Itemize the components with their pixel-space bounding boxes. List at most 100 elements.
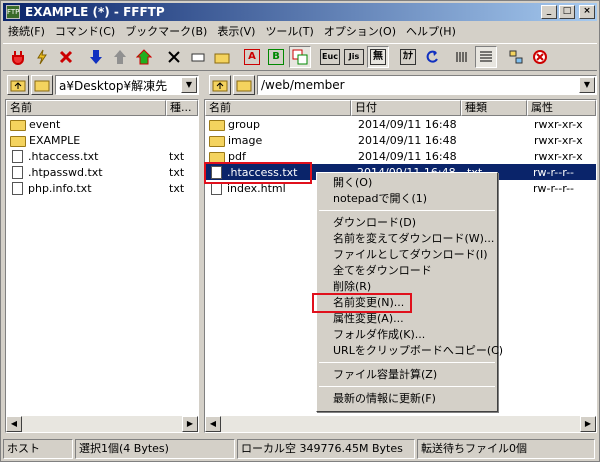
menu-tools[interactable]: ツール(T) xyxy=(260,23,318,41)
ctx-open-notepad[interactable]: notepadで開く(1) xyxy=(317,191,497,207)
scroll-right-icon[interactable]: ▶ xyxy=(182,416,198,432)
menu-help[interactable]: ヘルプ(H) xyxy=(401,23,461,41)
ctx-calc-size[interactable]: ファイル容量計算(Z) xyxy=(317,367,497,383)
local-horizontal-scrollbar[interactable]: ◀ ▶ xyxy=(6,416,198,432)
app-icon: FTP xyxy=(6,5,20,19)
file-icon xyxy=(12,165,23,179)
ffftp-window: FTP EXAMPLE (*) - FFFTP _ □ × 接続(F) コマンド… xyxy=(0,0,600,462)
list-item[interactable]: php.info.txt txt xyxy=(6,180,198,196)
file-icon xyxy=(211,165,222,179)
chevron-down-icon[interactable]: ▼ xyxy=(181,77,197,93)
remote-path-row: /web/member ▼ xyxy=(209,73,597,97)
list-item[interactable]: group 2014/09/11 16:48 rwxr-xr-x xyxy=(205,116,596,132)
refresh-icon[interactable] xyxy=(421,46,443,68)
context-menu: 開く(O) notepadで開く(1) ダウンロード(D) 名前を変えてダウンロ… xyxy=(316,172,503,412)
maximize-button[interactable]: □ xyxy=(559,5,575,19)
file-icon xyxy=(12,181,23,195)
list-item[interactable]: pdf 2014/09/11 16:48 rwxr-xr-x xyxy=(205,148,596,164)
local-path-text: a¥Desktop¥解凍先 xyxy=(59,78,168,93)
status-selection: 選択1個(4 Bytes) xyxy=(75,439,235,459)
list-view-icon[interactable] xyxy=(451,46,473,68)
ctx-refresh[interactable]: 最新の情報に更新(F) xyxy=(317,391,497,407)
download-icon[interactable] xyxy=(85,46,107,68)
menu-separator xyxy=(319,386,495,387)
title-bar[interactable]: FTP EXAMPLE (*) - FFFTP _ □ × xyxy=(3,3,597,21)
menu-options[interactable]: オプション(O) xyxy=(319,23,401,41)
local-path-combo[interactable]: a¥Desktop¥解凍先 ▼ xyxy=(55,75,199,95)
ctx-download-all[interactable]: 全てをダウンロード xyxy=(317,263,497,279)
remote-col-type[interactable]: 種類 xyxy=(461,100,527,116)
toolbar: A B Euc Jis 無 ｶﾅ xyxy=(3,43,597,71)
status-host: ホスト xyxy=(3,439,73,459)
ctx-copy-url[interactable]: URLをクリップボードへコピー(C) xyxy=(317,343,503,359)
status-bar: ホスト 選択1個(4 Bytes) ローカル空 349776.45M Bytes… xyxy=(3,439,597,459)
file-icon xyxy=(12,149,23,163)
remote-path-text: /web/member xyxy=(261,78,345,92)
euc-kanji-icon[interactable]: Euc xyxy=(319,46,341,68)
file-icon xyxy=(211,181,222,195)
ctx-open[interactable]: 開く(O) xyxy=(317,175,497,191)
new-folder-icon[interactable] xyxy=(211,46,233,68)
list-item[interactable]: .htpasswd.txt txt xyxy=(6,164,198,180)
ctx-delete[interactable]: 削除(R) xyxy=(317,279,497,295)
disconnect-icon[interactable] xyxy=(55,46,77,68)
mirror-upload-icon[interactable] xyxy=(133,46,155,68)
menu-separator xyxy=(319,362,495,363)
no-conversion-icon[interactable]: 無 xyxy=(367,46,389,68)
remote-list-header: 名前 日付 種類 属性 xyxy=(205,100,596,116)
ctx-download-as-file[interactable]: ファイルとしてダウンロード(I) xyxy=(317,247,497,263)
ctx-download[interactable]: ダウンロード(D) xyxy=(317,215,497,231)
remote-col-date[interactable]: 日付 xyxy=(351,100,461,116)
remote-up-folder-icon[interactable] xyxy=(209,75,231,95)
local-open-folder-icon[interactable] xyxy=(31,75,53,95)
menu-separator xyxy=(319,210,495,211)
local-col-name[interactable]: 名前 xyxy=(6,100,166,116)
status-local-free: ローカル空 349776.45M Bytes xyxy=(237,439,415,459)
minimize-button[interactable]: _ xyxy=(541,5,557,19)
ctx-rename[interactable]: 名前変更(N)... xyxy=(317,295,497,311)
remote-open-folder-icon[interactable] xyxy=(233,75,255,95)
jis-kanji-icon[interactable]: Jis xyxy=(343,46,365,68)
connect-icon[interactable] xyxy=(7,46,29,68)
local-path-row: a¥Desktop¥解凍先 ▼ xyxy=(7,73,199,97)
chevron-down-icon[interactable]: ▼ xyxy=(579,77,595,93)
ascii-mode-icon[interactable]: A xyxy=(241,46,263,68)
upload-icon[interactable] xyxy=(109,46,131,68)
remote-horizontal-scrollbar[interactable]: ◀ ▶ xyxy=(205,416,596,432)
close-button[interactable]: × xyxy=(579,5,595,19)
status-queue: 転送待ちファイル0個 xyxy=(417,439,595,459)
folder-icon xyxy=(10,135,26,147)
binary-mode-icon[interactable]: B xyxy=(265,46,287,68)
ctx-download-rename[interactable]: 名前を変えてダウンロード(W)... xyxy=(317,231,497,247)
list-item[interactable]: event xyxy=(6,116,198,132)
delete-icon[interactable] xyxy=(163,46,185,68)
kana-icon[interactable]: ｶﾅ xyxy=(397,46,419,68)
local-col-type[interactable]: 種... xyxy=(166,100,198,116)
list-item[interactable]: .htaccess.txt txt xyxy=(6,148,198,164)
folder-icon xyxy=(209,119,225,131)
window-title: EXAMPLE (*) - FFFTP xyxy=(25,5,165,19)
scroll-left-icon[interactable]: ◀ xyxy=(205,416,221,432)
auto-mode-icon[interactable] xyxy=(289,46,311,68)
list-item[interactable]: EXAMPLE xyxy=(6,132,198,148)
ctx-change-attr[interactable]: 属性変更(A)... xyxy=(317,311,497,327)
local-up-folder-icon[interactable] xyxy=(7,75,29,95)
detail-view-icon[interactable] xyxy=(475,46,497,68)
menu-bookmark[interactable]: ブックマーク(B) xyxy=(120,23,212,41)
rename-icon[interactable] xyxy=(187,46,209,68)
ctx-make-folder[interactable]: フォルダ作成(K)... xyxy=(317,327,497,343)
remote-col-name[interactable]: 名前 xyxy=(205,100,351,116)
local-file-list[interactable]: 名前 種... event EXAMPLE .htaccess.txt txt … xyxy=(5,99,199,433)
menu-command[interactable]: コマンド(C) xyxy=(50,23,120,41)
menu-connect[interactable]: 接続(F) xyxy=(3,23,50,41)
list-item[interactable]: image 2014/09/11 16:48 rwxr-xr-x xyxy=(205,132,596,148)
scroll-right-icon[interactable]: ▶ xyxy=(580,416,596,432)
remote-col-attr[interactable]: 属性 xyxy=(527,100,596,116)
remote-path-combo[interactable]: /web/member ▼ xyxy=(257,75,597,95)
scroll-left-icon[interactable]: ◀ xyxy=(6,416,22,432)
quick-connect-icon[interactable] xyxy=(31,46,53,68)
menu-view[interactable]: 表示(V) xyxy=(212,23,260,41)
sync-folders-icon[interactable] xyxy=(505,46,527,68)
folder-icon xyxy=(209,151,225,163)
stop-icon[interactable] xyxy=(529,46,551,68)
